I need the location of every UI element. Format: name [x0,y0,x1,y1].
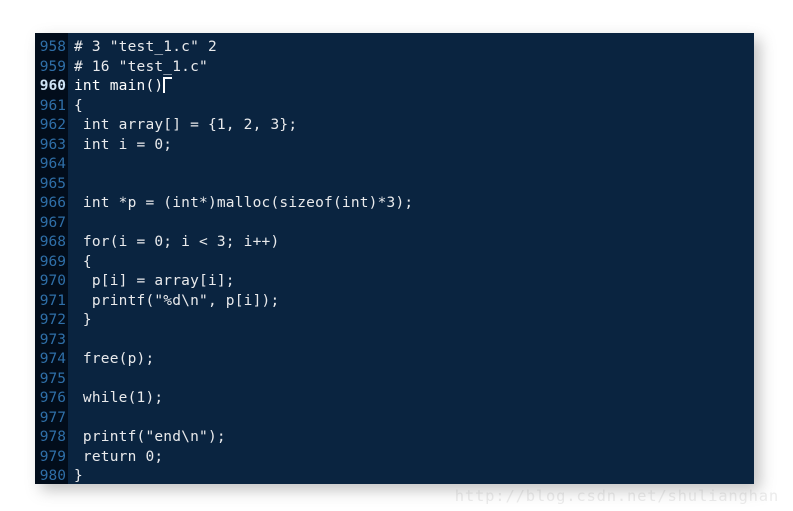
code-line-text: for(i = 0; i < 3; i++) [74,234,280,250]
line-number: 980 [39,468,66,484]
line-number: 975 [39,370,66,387]
code-line-text: } [74,468,83,484]
line-number: 958 [39,39,66,55]
line-number: 974 [39,351,66,367]
code-line[interactable] [74,155,754,175]
code-line-text: int main() [74,78,164,94]
line-number: 976 [39,390,66,406]
line-number: 973 [39,331,66,348]
text-cursor-caret [163,77,173,93]
code-line-text: } [74,312,92,328]
code-line[interactable]: for(i = 0; i < 3; i++) [74,233,754,253]
code-line-text: { [74,97,83,114]
code-text-area[interactable]: # 3 "test_1.c" 2 # 16 "test_1.c"int main(… [68,33,754,484]
code-line-text: return 0; [74,448,164,465]
code-line-text: { [74,253,92,270]
line-number: 961 [39,97,66,114]
code-line[interactable] [74,370,754,390]
code-editor-panel[interactable]: 958 959 960 961 962 963 964 965 966 967 968 969 970 9… [35,33,754,484]
line-number: 971 [39,292,66,309]
line-number: 972 [39,312,66,328]
line-number: 978 [39,429,66,445]
line-number: 966 [39,195,66,211]
code-line-text: free(p); [74,351,155,367]
code-line-text: # 3 "test_1.c" 2 [74,39,217,55]
code-line-text: printf("%d\n", p[i]); [74,292,280,309]
code-line[interactable] [74,214,754,234]
code-line-text: p[i] = array[i]; [74,273,235,289]
code-line[interactable]: # 3 "test_1.c" 2 [74,38,754,58]
code-line[interactable]: { [74,253,754,273]
code-line-text: int i = 0; [74,136,173,153]
line-number: 962 [39,117,66,133]
code-line[interactable]: printf("%d\n", p[i]); [74,292,754,312]
line-number-gutter: 958 959 960 961 962 963 964 965 966 967 968 969 970 9… [35,33,68,484]
watermark-text: http://blog.csdn.net/shulianghan [454,487,779,505]
code-line[interactable]: int main() [74,77,754,97]
code-line-text: printf("end\n"); [74,429,226,445]
code-line[interactable]: printf("end\n"); [74,428,754,448]
line-number: 968 [39,234,66,250]
code-line-text: int *p = (int*)malloc(sizeof(int)*3); [74,195,414,211]
code-line[interactable] [74,331,754,351]
code-line[interactable]: free(p); [74,350,754,370]
code-line[interactable]: } [74,467,754,484]
line-number: 970 [39,273,66,289]
code-line[interactable]: return 0; [74,448,754,468]
code-line[interactable]: while(1); [74,389,754,409]
code-line-text: while(1); [74,390,164,406]
code-line[interactable] [74,409,754,429]
line-number: 959 [39,58,66,75]
code-line-text: int array[] = {1, 2, 3}; [74,117,298,133]
code-line[interactable]: int i = 0; [74,136,754,156]
line-number: 967 [39,214,66,231]
code-line-text: # 16 "test_1.c" [74,58,208,75]
code-line[interactable]: p[i] = array[i]; [74,272,754,292]
line-number: 979 [39,448,66,465]
line-number: 963 [39,136,66,153]
code-line[interactable]: int array[] = {1, 2, 3}; [74,116,754,136]
line-number: 977 [39,409,66,426]
code-line[interactable]: # 16 "test_1.c" [74,58,754,78]
line-number: 960 [39,78,66,94]
line-number: 965 [39,175,66,192]
line-number: 964 [39,156,66,172]
code-line[interactable]: int *p = (int*)malloc(sizeof(int)*3); [74,194,754,214]
code-line[interactable]: } [74,311,754,331]
code-line[interactable] [74,175,754,195]
code-line[interactable]: { [74,97,754,117]
line-number: 969 [39,253,66,270]
